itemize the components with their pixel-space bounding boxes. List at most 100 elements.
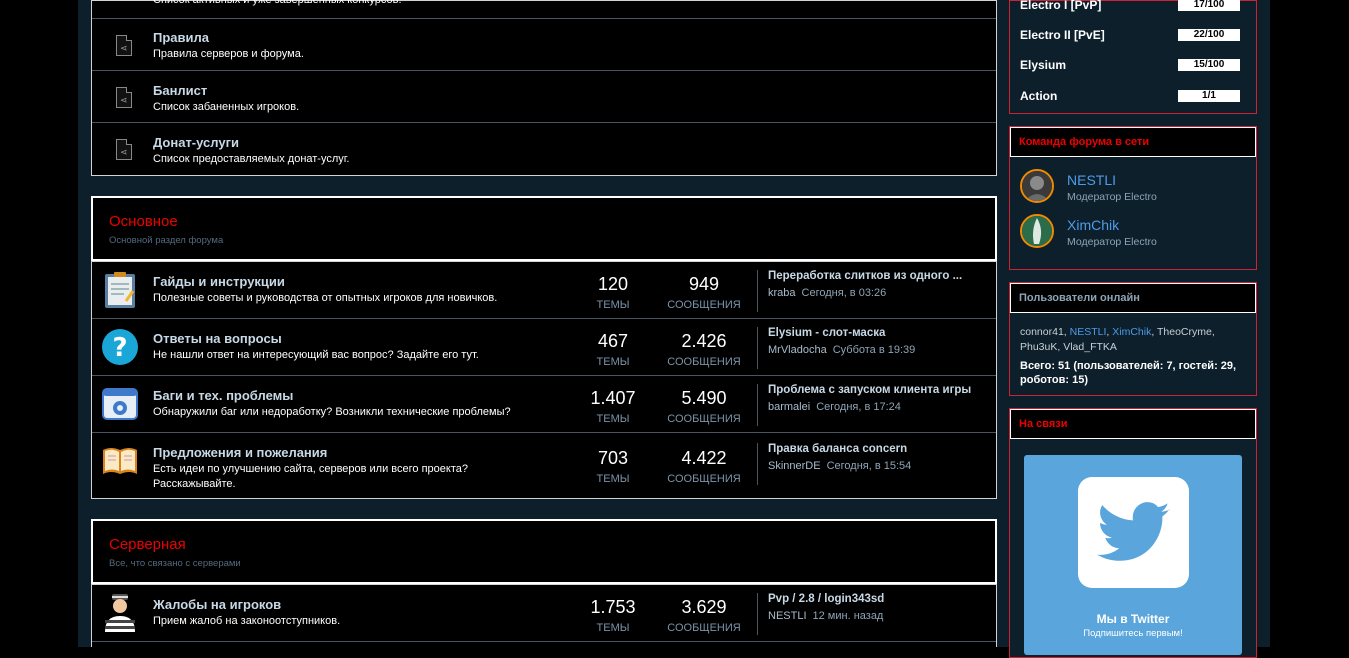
node-title[interactable]: Банлист <box>153 83 207 98</box>
category-desc: Все, что связано с серверами <box>109 558 241 569</box>
settings-window-icon <box>100 384 140 424</box>
messages-count: 2.426 СООБЩЕНИЯ <box>667 331 741 368</box>
member-name[interactable]: XimChik <box>1067 217 1119 233</box>
last-post: Elysium - слот-маска MrVladocha Суббота в… <box>757 327 989 369</box>
last-post-user[interactable]: barmalei <box>768 401 810 413</box>
node-desc: Список активных и уже завершенных конкур… <box>153 0 402 6</box>
server-online: 17/100 <box>1178 0 1240 11</box>
server-row[interactable]: Elysium 15/100 <box>1020 58 1240 72</box>
threads-count: 467 ТЕМЫ <box>596 331 630 368</box>
panel-title[interactable]: Команда форума в сети <box>1010 127 1256 157</box>
node-desc: Прием жалоб на законоотступников. <box>153 615 341 627</box>
node-desc: Список предоставляемых донат-услуг. <box>153 153 350 165</box>
node-list-main: Гайды и инструкции Полезные советы и рук… <box>91 261 997 499</box>
node-title[interactable]: Правила <box>153 30 209 45</box>
threads-count: 1.407 ТЕМЫ <box>590 388 636 425</box>
threads-count: 1.753 ТЕМЫ <box>590 597 636 634</box>
node-complaints[interactable]: Жалобы на игроков Прием жалоб на законоо… <box>92 585 996 642</box>
document-icon: ⋖ <box>104 25 144 65</box>
server-status-panel: Electro I [PvP] 17/100 Electro II [PvE] 22… <box>1009 0 1257 114</box>
node-questions[interactable]: ? Ответы на вопросы Не нашли ответ на ин… <box>92 319 996 376</box>
category-title[interactable]: Основное <box>109 213 178 230</box>
node-list-servers: Жалобы на игроков Прием жалоб на законоо… <box>91 584 997 647</box>
document-icon: ⋖ <box>104 77 144 117</box>
node-desc: Полезные советы и руководства от опытных… <box>153 292 498 304</box>
document-icon: ⋖ <box>104 129 144 169</box>
node-desc: Есть идеи по улучшению сайта, серверов и… <box>153 463 468 490</box>
panel-title[interactable]: На связи <box>1010 409 1256 439</box>
category-desc: Основной раздел форума <box>109 235 224 246</box>
online-user[interactable]: NESTLI <box>1070 326 1107 338</box>
node-desc: Правила серверов и форума. <box>153 48 304 60</box>
online-user[interactable]: TheoCryme <box>1157 326 1212 338</box>
server-row[interactable]: Electro II [PvE] 22/100 <box>1020 28 1240 42</box>
avatar[interactable] <box>1020 169 1054 203</box>
online-user[interactable]: XimChik <box>1112 326 1151 338</box>
last-post: Pvp / 2.8 / login343sd NESTLI 12 мин. наз… <box>757 593 989 635</box>
node-desc: Обнаружили баг или недоработку? Возникли… <box>153 406 511 418</box>
category-title[interactable]: Серверная <box>109 536 186 553</box>
node-rules[interactable]: ⋖ Правила Правила серверов и форума. <box>92 19 996 71</box>
twitter-subtitle: Подпишитесь первым! <box>1083 628 1183 639</box>
online-total: Всего: 51 (пользователей: 7, гостей: 29,… <box>1020 360 1237 386</box>
last-post-user[interactable]: kraba <box>768 287 796 299</box>
last-post-user[interactable]: MrVladocha <box>768 344 827 356</box>
last-post-title[interactable]: Проблема с запуском клиента игры <box>768 384 989 396</box>
node-title[interactable]: Ответы на вопросы <box>153 331 282 346</box>
messages-count: 5.490 СООБЩЕНИЯ <box>667 388 741 425</box>
node-desc: Не нашли ответ на интересующий вас вопро… <box>153 349 479 361</box>
online-user[interactable]: Phu3uK <box>1020 341 1057 353</box>
last-post-title[interactable]: Pvp / 2.8 / login343sd <box>768 593 989 605</box>
node-bugs[interactable]: Баги и тех. проблемы Обнаружили баг или … <box>92 376 996 433</box>
server-row[interactable]: Electro I [PvP] 17/100 <box>1020 0 1240 12</box>
category-header-servers[interactable]: Серверная Все, что связано с серверами <box>91 519 997 584</box>
server-online: 1/1 <box>1178 90 1240 102</box>
svg-text:?: ? <box>112 333 127 363</box>
last-post-user[interactable]: SkinnerDE <box>768 460 821 472</box>
server-online: 22/100 <box>1178 29 1240 41</box>
node-title[interactable]: Донат-услуги <box>153 135 239 150</box>
twitter-card[interactable]: Мы в Twitter Подпишитесь первым! <box>1024 455 1242 655</box>
member-name[interactable]: NESTLI <box>1067 172 1116 188</box>
node-donate[interactable]: ⋖ Донат-услуги Список предоставляемых до… <box>92 123 996 175</box>
last-post-time: Сегодня, в 15:54 <box>826 460 912 472</box>
server-name: Electro I [PvP] <box>1020 0 1102 12</box>
online-user[interactable]: connor41 <box>1020 326 1064 338</box>
threads-count: 120 ТЕМЫ <box>596 274 630 311</box>
question-icon: ? <box>100 327 140 367</box>
last-post-user[interactable]: NESTLI <box>768 610 807 622</box>
server-row[interactable]: Action 1/1 <box>1020 89 1240 103</box>
server-name: Action <box>1020 89 1058 103</box>
info-node-list: Список активных и уже завершенных конкур… <box>91 0 997 176</box>
twitter-title: Мы в Twitter <box>1096 612 1170 626</box>
last-post-title[interactable]: Правка баланса concern <box>768 443 989 455</box>
last-post-time: Суббота в 19:39 <box>832 344 916 356</box>
messages-count: 3.629 СООБЩЕНИЯ <box>667 597 741 634</box>
node-suggestions[interactable]: Предложения и пожелания Есть идеи по улу… <box>92 433 996 498</box>
online-user[interactable]: Vlad_FTKA <box>1063 341 1117 353</box>
users-online-panel: Пользователи онлайн connor41, NESTLI, Xi… <box>1009 282 1257 396</box>
last-post-title[interactable]: Переработка слитков из одного ... <box>768 270 989 282</box>
node-title[interactable]: Баги и тех. проблемы <box>153 388 293 403</box>
last-post: Правка баланса concern SkinnerDE Сегодня,… <box>757 443 989 485</box>
node-desc: Список забаненных игроков. <box>153 101 300 113</box>
node-contests[interactable]: Список активных и уже завершенных конкур… <box>92 0 996 19</box>
member-role: Модератор Electro <box>1067 236 1157 248</box>
server-name: Elysium <box>1020 58 1067 72</box>
node-guides[interactable]: Гайды и инструкции Полезные советы и рук… <box>92 262 996 319</box>
node-title[interactable]: Жалобы на игроков <box>153 597 281 612</box>
panel-title[interactable]: Пользователи онлайн <box>1010 283 1256 313</box>
last-post-time: 12 мин. назад <box>812 610 884 622</box>
node-banlist[interactable]: ⋖ Банлист Список забаненных игроков. <box>92 71 996 123</box>
last-post-time: Сегодня, в 17:24 <box>816 401 901 413</box>
notepad-icon <box>100 270 140 310</box>
social-panel: На связи Мы в Twitter Подпишитесь первым… <box>1009 408 1257 658</box>
avatar[interactable] <box>1020 214 1054 248</box>
last-post-time: Сегодня, в 03:26 <box>801 287 887 299</box>
last-post-title[interactable]: Elysium - слот-маска <box>768 327 989 339</box>
messages-count: 949 СООБЩЕНИЯ <box>667 274 741 311</box>
category-header-main[interactable]: Основное Основной раздел форума <box>91 196 997 261</box>
node-title[interactable]: Предложения и пожелания <box>153 445 327 460</box>
prisoner-icon <box>100 592 140 632</box>
node-title[interactable]: Гайды и инструкции <box>153 274 285 289</box>
